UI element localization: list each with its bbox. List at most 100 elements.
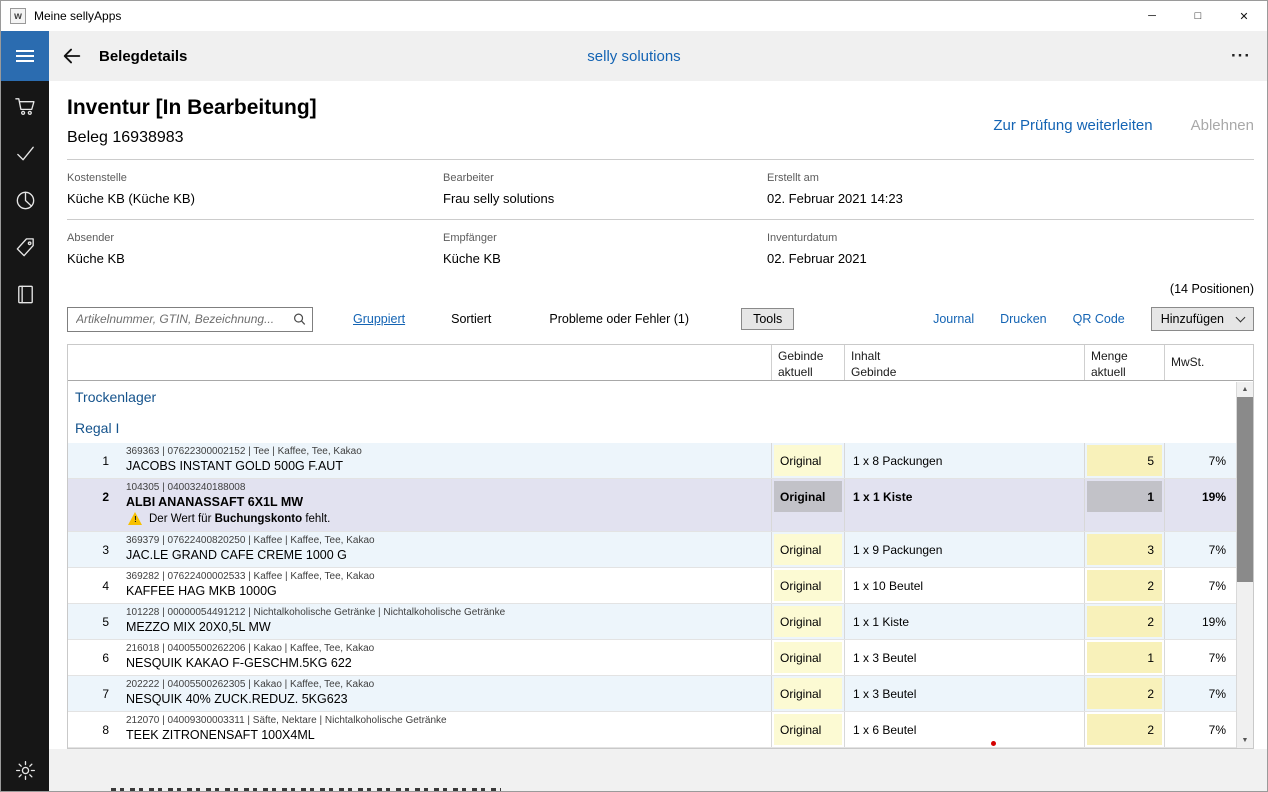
- add-button[interactable]: Hinzufügen: [1151, 307, 1254, 331]
- close-button[interactable]: ✕: [1221, 1, 1267, 31]
- brand-title: selly solutions: [587, 48, 680, 65]
- menge-cell[interactable]: 5: [1087, 445, 1162, 476]
- gebinde-cell[interactable]: Original: [774, 714, 842, 745]
- scroll-up-arrow[interactable]: ▲: [1242, 382, 1249, 395]
- table-row[interactable]: 4 369282 | 07622400002533 | Kaffee | Kaf…: [68, 568, 1236, 604]
- inhalt-column: 1 x 1 Kiste: [844, 479, 1084, 531]
- hamburger-menu-button[interactable]: [1, 31, 49, 81]
- info-value: 02. Februar 2021 14:23: [767, 191, 1254, 206]
- gebinde-cell[interactable]: Original: [774, 481, 842, 512]
- menge-cell[interactable]: 3: [1087, 534, 1162, 565]
- article-name: NESQUIK KAKAO F-GESCHM.5KG 622: [126, 656, 763, 670]
- menge-cell[interactable]: 2: [1087, 570, 1162, 601]
- article-cell: 369379 | 07622400820250 | Kaffee | Kaffe…: [118, 532, 771, 567]
- gebinde-cell[interactable]: Original: [774, 678, 842, 709]
- info-empfaenger: Empfänger Küche KB: [443, 232, 767, 266]
- info-label: Absender: [67, 232, 443, 244]
- table-row[interactable]: 5 101228 | 00000054491212 | Nichtalkohol…: [68, 604, 1236, 640]
- forward-for-review-button[interactable]: Zur Prüfung weiterleiten: [993, 117, 1152, 134]
- article-meta: 369379 | 07622400820250 | Kaffee | Kaffe…: [126, 535, 763, 546]
- table-row[interactable]: 6 216018 | 04005500262206 | Kakao | Kaff…: [68, 640, 1236, 676]
- mwst-column: 7%: [1164, 676, 1236, 711]
- inhalt-column: 1 x 10 Beutel: [844, 568, 1084, 603]
- group-row[interactable]: Regal I: [68, 412, 1236, 443]
- inhalt-cell: 1 x 9 Packungen: [853, 532, 1084, 567]
- sidebar-item-cart[interactable]: [1, 83, 49, 130]
- cart-icon: [14, 95, 37, 118]
- row-number: 1: [68, 443, 109, 478]
- info-value: Küche KB (Küche KB): [67, 191, 443, 206]
- document-actions: Zur Prüfung weiterleiten Ablehnen: [993, 109, 1254, 134]
- sidebar-item-tasks[interactable]: [1, 130, 49, 177]
- info-erstellt-am: Erstellt am 02. Februar 2021 14:23: [767, 172, 1254, 206]
- tools-button[interactable]: Tools: [741, 308, 794, 330]
- book-icon: [14, 283, 37, 306]
- header-spacer: [1236, 345, 1253, 380]
- document-title: Inventur [In Bearbeitung]: [67, 96, 317, 120]
- search-input[interactable]: [76, 312, 292, 326]
- sorted-toggle[interactable]: Sortiert: [451, 312, 491, 326]
- article-cell: 104305 | 04003240188008 ALBI ANANASSAFT …: [118, 479, 771, 531]
- journal-link[interactable]: Journal: [933, 312, 974, 326]
- table-row[interactable]: 3 369379 | 07622400820250 | Kaffee | Kaf…: [68, 532, 1236, 568]
- info-value: Frau selly solutions: [443, 191, 767, 206]
- menge-cell[interactable]: 1: [1087, 642, 1162, 673]
- gebinde-cell[interactable]: Original: [774, 606, 842, 637]
- positions-table: Gebinde aktuell Inhalt Gebinde Menge akt…: [67, 344, 1254, 749]
- table-scrollbar[interactable]: ▲ ▼: [1236, 382, 1253, 748]
- mwst-column: 7%: [1164, 640, 1236, 675]
- gebinde-cell[interactable]: Original: [774, 642, 842, 673]
- row-number: 5: [68, 604, 109, 639]
- grouped-toggle[interactable]: Gruppiert: [353, 312, 405, 326]
- more-options-button[interactable]: ···: [1215, 46, 1267, 66]
- menge-cell[interactable]: 2: [1087, 714, 1162, 745]
- inhalt-cell: 1 x 3 Beutel: [853, 640, 1084, 675]
- inhalt-cell: 1 x 8 Packungen: [853, 443, 1084, 478]
- clipped-bottom-text: [111, 788, 501, 792]
- article-cell: 212070 | 04009300003311 | Säfte, Nektare…: [118, 712, 771, 747]
- maximize-button[interactable]: □: [1175, 1, 1221, 31]
- mwst-column: 7%: [1164, 568, 1236, 603]
- search-icon[interactable]: [292, 312, 307, 327]
- gebinde-cell[interactable]: Original: [774, 570, 842, 601]
- problems-filter[interactable]: Probleme oder Fehler (1): [549, 312, 689, 326]
- warning-icon: !: [128, 512, 143, 525]
- minimize-button[interactable]: ─: [1129, 1, 1175, 31]
- group-row[interactable]: Trockenlager: [68, 381, 1236, 412]
- scrollbar-thumb[interactable]: [1237, 397, 1253, 582]
- sidebar-item-journal[interactable]: [1, 271, 49, 318]
- table-row[interactable]: 8 212070 | 04009300003311 | Säfte, Nekta…: [68, 712, 1236, 748]
- menge-cell[interactable]: 1: [1087, 481, 1162, 512]
- sidebar-item-settings[interactable]: [1, 747, 49, 792]
- reject-button[interactable]: Ablehnen: [1191, 117, 1254, 134]
- menge-cell[interactable]: 2: [1087, 678, 1162, 709]
- menge-cell[interactable]: 2: [1087, 606, 1162, 637]
- back-button[interactable]: [49, 31, 95, 81]
- info-kostenstelle: Kostenstelle Küche KB (Küche KB): [67, 172, 443, 206]
- header-number: [68, 345, 118, 380]
- gebinde-cell[interactable]: Original: [774, 445, 842, 476]
- sidebar: [1, 81, 49, 792]
- article-name: KAFFEE HAG MKB 1000G: [126, 584, 763, 598]
- mwst-cell: 19%: [1165, 604, 1226, 639]
- print-link[interactable]: Drucken: [1000, 312, 1047, 326]
- tag-icon: [14, 236, 37, 259]
- scroll-down-arrow[interactable]: ▼: [1242, 735, 1249, 748]
- table-row[interactable]: 2 104305 | 04003240188008 ALBI ANANASSAF…: [68, 479, 1236, 532]
- table-row[interactable]: 7 202222 | 04005500262305 | Kakao | Kaff…: [68, 676, 1236, 712]
- sidebar-item-reports[interactable]: [1, 177, 49, 224]
- qr-code-link[interactable]: QR Code: [1073, 312, 1125, 326]
- row-number: 6: [68, 640, 109, 675]
- mwst-column: 19%: [1164, 479, 1236, 531]
- search-box[interactable]: [67, 307, 313, 332]
- row-number-cell: 4: [68, 568, 118, 603]
- menge-column: 2: [1084, 712, 1164, 747]
- info-value: 02. Februar 2021: [767, 251, 1254, 266]
- table-row[interactable]: 1 369363 | 07622300002152 | Tee | Kaffee…: [68, 443, 1236, 479]
- gebinde-cell[interactable]: Original: [774, 534, 842, 565]
- mwst-cell: 7%: [1165, 568, 1226, 603]
- sidebar-item-labels[interactable]: [1, 224, 49, 271]
- toolbar: Gruppiert Sortiert Probleme oder Fehler …: [67, 306, 1254, 332]
- article-name: NESQUIK 40% ZUCK.REDUZ. 5KG623: [126, 692, 763, 706]
- article-cell: 369363 | 07622300002152 | Tee | Kaffee, …: [118, 443, 771, 478]
